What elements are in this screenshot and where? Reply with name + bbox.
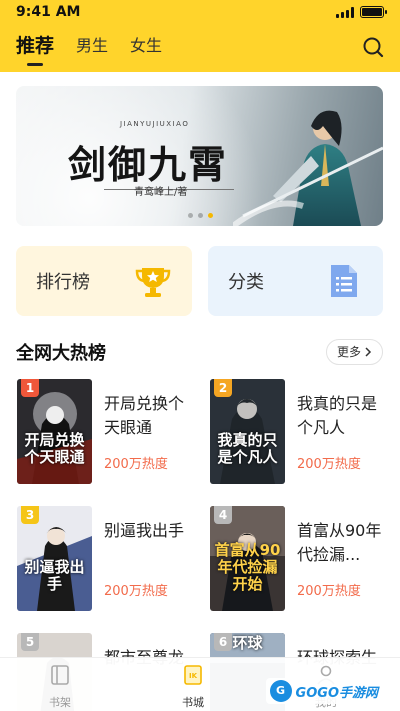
rank-badge: 5 [21, 633, 39, 651]
cover-title: 别逼我出手 [24, 558, 85, 593]
book-card[interactable]: 开局兑换个天眼通 1 开局兑换个天眼通 200万热度 [17, 379, 197, 487]
ranking-label: 排行榜 [36, 272, 90, 293]
book-title: 别逼我出手 [104, 521, 185, 540]
bookshelf-icon [51, 665, 69, 685]
cover-title: 首富从90年代捡漏开始 [214, 541, 281, 593]
status-bar: 9:41 AM [0, 0, 400, 26]
book-cover: 别逼我出手 3 [17, 506, 92, 611]
book-card[interactable]: 别逼我出手 3 别逼我出手 200万热度 [17, 506, 197, 614]
cover-title: 开局兑换个天眼通 [24, 431, 85, 466]
book-heat: 200万热度 [297, 457, 361, 472]
book-title: 首富从90年代捡漏... [297, 521, 382, 564]
book-heat: 200万热度 [104, 584, 168, 599]
signal-icon [336, 6, 354, 18]
banner-dot-active[interactable] [208, 213, 213, 218]
search-icon[interactable] [362, 36, 384, 58]
rank-badge: 4 [214, 506, 232, 524]
book-heat: 200万热度 [104, 457, 168, 472]
banner-author: 青鸾峰上/著 [134, 187, 188, 198]
more-button[interactable]: 更多 [325, 339, 383, 365]
category-label: 分类 [228, 272, 264, 293]
banner-title: 剑御九霄 [68, 142, 229, 187]
book-cover: 我真的只是个凡人 2 [210, 379, 285, 484]
book-card[interactable]: 首富从90年代捡漏开始 4 首富从90年代捡漏... 200万热度 [210, 506, 390, 614]
section-title: 全网大热榜 [16, 343, 106, 364]
tab-female[interactable]: 女生 [130, 34, 162, 58]
ranking-entry[interactable]: 排行榜 [16, 246, 192, 316]
rank-badge: 3 [21, 506, 39, 524]
promo-banner[interactable]: JIANYUJIUXIAO 剑御九霄 青鸾峰上/著 [16, 86, 383, 226]
category-entry[interactable]: 分类 [208, 246, 383, 316]
tab-male[interactable]: 男生 [76, 34, 108, 58]
chevron-right-icon [365, 347, 372, 357]
banner-character-illustration [233, 110, 383, 226]
book-cover: 开局兑换个天眼通 1 [17, 379, 92, 484]
site-watermark: G GOGO手游网 [265, 678, 386, 704]
svg-text:IK: IK [189, 672, 198, 680]
document-list-icon [331, 265, 357, 297]
status-indicators [336, 6, 387, 18]
book-title: 我真的只是个凡人 [297, 394, 378, 437]
book-card[interactable]: 我真的只是个凡人 2 我真的只是个凡人 200万热度 [210, 379, 390, 487]
battery-icon [360, 6, 387, 18]
tab-recommend[interactable]: 推荐 [16, 34, 54, 58]
cover-title: 我真的只是个凡人 [217, 431, 278, 466]
top-header: 9:41 AM 推荐 男生 女生 [0, 0, 400, 72]
more-label: 更多 [336, 345, 361, 359]
rank-badge: 2 [214, 379, 232, 397]
watermark-text: GOGO手游网 [295, 685, 378, 701]
bookstore-icon: IK [184, 665, 202, 685]
book-heat: 200万热度 [297, 584, 361, 599]
rank-badge: 6 [214, 633, 232, 651]
banner-pinyin: JIANYUJIUXIAO [120, 120, 190, 128]
nav-bookshelf-label: 书架 [49, 696, 71, 709]
channel-tabs: 推荐 男生 女生 [16, 34, 162, 58]
book-cover: 首富从90年代捡漏开始 4 [210, 506, 285, 611]
trophy-icon [135, 268, 171, 297]
book-title: 开局兑换个天眼通 [104, 394, 185, 437]
status-time: 9:41 AM [16, 4, 81, 20]
banner-dot[interactable] [188, 213, 193, 218]
nav-bookstore[interactable]: IK 书城 [153, 664, 233, 710]
banner-pagination [188, 213, 213, 218]
banner-dot[interactable] [198, 213, 203, 218]
watermark-logo: G [269, 680, 292, 702]
nav-bookshelf[interactable]: 书架 [20, 664, 100, 710]
rank-badge: 1 [21, 379, 39, 397]
nav-bookstore-label: 书城 [182, 696, 204, 709]
